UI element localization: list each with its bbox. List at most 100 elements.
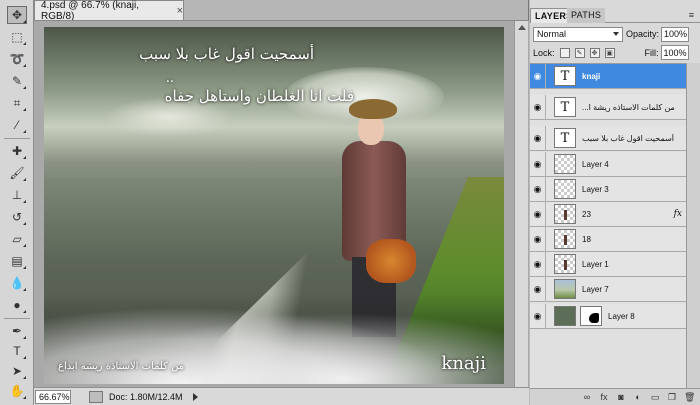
pen-tool-icon[interactable]: ✒: [7, 322, 27, 340]
eyedropper-tool-icon[interactable]: ⁄: [7, 116, 27, 134]
layer-name: Layer 7: [582, 284, 609, 294]
marquee-tool-icon[interactable]: ⬚: [7, 28, 27, 46]
link-layers-icon[interactable]: ∞: [582, 392, 592, 402]
tab-paths[interactable]: PATHS: [567, 8, 606, 23]
document-size-info: Doc: 1.80M/12.4M: [109, 391, 183, 402]
layer-name: من كلمات الاستاذه ريشة ا...: [582, 102, 675, 112]
type-tool-icon[interactable]: T: [7, 342, 27, 360]
layer-name: Layer 8: [608, 311, 635, 321]
layer-row[interactable]: ◉ T knaji: [530, 63, 686, 89]
document-window: 4.psd @ 66.7% (knaji, RGB/8) × أسمحيت اق…: [34, 0, 529, 405]
add-mask-icon[interactable]: ◙: [616, 392, 626, 402]
eraser-tool-icon[interactable]: ▱: [7, 230, 27, 248]
eye-icon[interactable]: ◉: [530, 63, 546, 89]
close-icon[interactable]: ×: [177, 5, 183, 17]
eye-icon[interactable]: ◉: [530, 94, 546, 120]
document-tab-title: 4.psd @ 66.7% (knaji, RGB/8): [41, 0, 139, 22]
fill-field[interactable]: 100%: [660, 45, 689, 60]
eye-icon[interactable]: ◉: [530, 303, 546, 329]
lasso-tool-icon[interactable]: ➰: [7, 50, 27, 68]
gradient-tool-icon[interactable]: ▤: [7, 252, 27, 270]
layer-mask-thumb[interactable]: [580, 306, 602, 326]
opacity-label: Opacity:: [626, 29, 660, 39]
layer-thumb: [554, 204, 576, 224]
tools-divider: [4, 138, 30, 139]
layer-row[interactable]: ◉ Layer 7: [530, 276, 686, 302]
scroll-up-icon[interactable]: [518, 25, 526, 30]
new-group-icon[interactable]: ▭: [650, 392, 660, 403]
layer-thumb: [554, 254, 576, 274]
layer-row[interactable]: ◉ 23 fx: [530, 201, 686, 227]
status-menu-arrow-icon[interactable]: [192, 392, 198, 401]
panel-menu-icon[interactable]: ≡: [689, 10, 694, 20]
layer-name: أسمحيت اقول غاب بلا سبب: [582, 133, 674, 143]
hand-tool-icon[interactable]: ✋: [7, 382, 27, 400]
layer-name: Layer 1: [582, 259, 609, 269]
photoshop-window: ✥ ⬚ ➰ ✎ ⌗ ⁄ ✚ 🖌 ⊥ ↺ ▱ ▤ 💧 ● ✒ T ➤ ✋ 4.ps…: [0, 0, 700, 405]
new-layer-icon[interactable]: ❐: [667, 392, 677, 403]
layers-panel-footer: ∞ fx ◙ ◐ ▭ ❐ 🗑: [530, 388, 700, 405]
tools-divider: [4, 318, 30, 319]
layers-list: ◉ T knaji ◉ T من كلمات الاستاذه ريشة ا..…: [530, 63, 686, 388]
layers-panel: LAYERS PATHS ≡ Normal Opacity: 100% Lock…: [530, 0, 700, 405]
blend-row: Normal Opacity: 100%: [533, 26, 698, 42]
fx-icon[interactable]: fx: [674, 209, 682, 219]
canvas-area[interactable]: أسمحيت اقول غاب بلا سبب .. قلت انا الغلط…: [34, 21, 529, 387]
image-credit-text: من كلمات الاستاذة ريشة ابداع: [58, 361, 185, 372]
boy-hat: [349, 99, 397, 119]
lock-pixels-icon[interactable]: ✎: [574, 47, 585, 58]
delete-layer-icon[interactable]: 🗑: [684, 392, 695, 403]
eye-icon[interactable]: ◉: [530, 125, 546, 151]
zoom-field[interactable]: 66.67%: [35, 389, 71, 404]
layer-row[interactable]: ◉ Layer 8: [530, 303, 686, 329]
document-tab[interactable]: 4.psd @ 66.7% (knaji, RGB/8) ×: [34, 0, 184, 22]
dodge-tool-icon[interactable]: ●: [7, 296, 27, 314]
layer-row[interactable]: ◉ 18: [530, 226, 686, 252]
boy-bag: [366, 239, 416, 283]
adjustment-layer-icon[interactable]: ◐: [633, 392, 643, 402]
quick-select-tool-icon[interactable]: ✎: [7, 72, 27, 90]
crop-tool-icon[interactable]: ⌗: [7, 94, 27, 112]
layer-name: 18: [582, 234, 591, 244]
blur-tool-icon[interactable]: 💧: [7, 274, 27, 292]
blend-mode-select[interactable]: Normal: [533, 26, 623, 42]
lock-all-icon[interactable]: ▣: [604, 47, 615, 58]
move-tool-icon[interactable]: ✥: [7, 6, 27, 24]
layer-name: Layer 4: [582, 159, 609, 169]
status-bar: 66.67% Doc: 1.80M/12.4M: [34, 387, 529, 405]
layer-thumb: [554, 154, 576, 174]
layer-row[interactable]: ◉ Layer 3: [530, 176, 686, 202]
document-image[interactable]: أسمحيت اقول غاب بلا سبب .. قلت انا الغلط…: [44, 27, 504, 384]
layer-thumb: [554, 179, 576, 199]
brush-tool-icon[interactable]: 🖌: [7, 164, 27, 182]
lock-transparency-icon[interactable]: [559, 47, 570, 58]
eye-icon[interactable]: ◉: [530, 251, 546, 277]
eye-icon[interactable]: ◉: [530, 201, 546, 227]
layer-row[interactable]: ◉ T أسمحيت اقول غاب بلا سبب: [530, 125, 686, 151]
lock-position-icon[interactable]: ✥: [589, 47, 600, 58]
history-brush-tool-icon[interactable]: ↺: [7, 208, 27, 226]
layer-row[interactable]: ◉ Layer 1: [530, 251, 686, 277]
layer-name: 23: [582, 209, 591, 219]
fill-label: Fill:: [644, 47, 659, 58]
clone-stamp-tool-icon[interactable]: ⊥: [7, 186, 27, 204]
lock-row: Lock: ✎ ✥ ▣ Fill: 100%: [533, 45, 698, 60]
layers-scrollbar[interactable]: [686, 63, 700, 388]
eye-icon[interactable]: ◉: [530, 151, 546, 177]
opacity-field[interactable]: 100%: [661, 26, 690, 42]
layer-style-icon[interactable]: fx: [599, 392, 609, 402]
healing-brush-tool-icon[interactable]: ✚: [7, 142, 27, 160]
layer-name: knaji: [582, 71, 601, 81]
image-text-line2: قلت انا الغلطان واستاهل جفاه: [164, 87, 354, 105]
layer-row[interactable]: ◉ T من كلمات الاستاذه ريشة ا...: [530, 94, 686, 120]
vertical-scrollbar[interactable]: [514, 21, 528, 387]
eye-icon[interactable]: ◉: [530, 176, 546, 202]
status-info-icon[interactable]: [89, 390, 103, 403]
tools-panel: ✥ ⬚ ➰ ✎ ⌗ ⁄ ✚ 🖌 ⊥ ↺ ▱ ▤ 💧 ● ✒ T ➤ ✋: [0, 0, 34, 405]
eye-icon[interactable]: ◉: [530, 226, 546, 252]
lock-label: Lock:: [533, 47, 555, 58]
layer-row[interactable]: ◉ Layer 4: [530, 151, 686, 177]
layer-thumb: [554, 229, 576, 249]
eye-icon[interactable]: ◉: [530, 276, 546, 302]
path-select-tool-icon[interactable]: ➤: [7, 362, 27, 380]
